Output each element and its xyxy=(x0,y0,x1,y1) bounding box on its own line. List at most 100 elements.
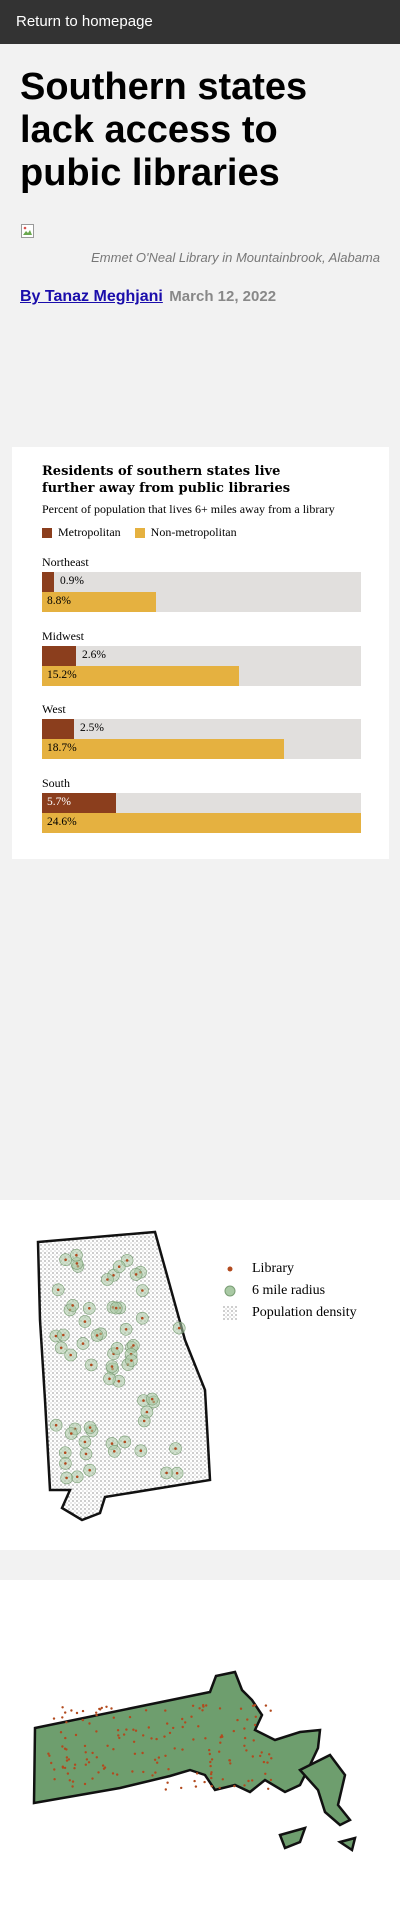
library-dot xyxy=(63,1451,67,1454)
legend-swatch-non-metropolitan xyxy=(134,527,145,538)
library-dot xyxy=(164,1788,167,1791)
library-dot xyxy=(210,1758,214,1761)
massachusetts-outline xyxy=(32,1670,322,1805)
library-dot xyxy=(172,1726,175,1730)
map-legend-radius-label: 6 mile radius xyxy=(252,1283,326,1298)
library-dot xyxy=(192,1738,195,1741)
library-dot xyxy=(95,1711,98,1714)
library-dot xyxy=(194,1785,198,1788)
bar-value-label: 2.5% xyxy=(80,722,104,734)
library-dot xyxy=(151,1774,154,1777)
bar-group-midwest: Midwest 2.6% 15.2% xyxy=(42,629,361,686)
library-dot xyxy=(245,1749,248,1752)
library-dot xyxy=(83,1782,87,1786)
return-home-link[interactable]: Return to homepage xyxy=(16,13,153,30)
library-dot xyxy=(254,1715,257,1718)
bar-non-metropolitan xyxy=(42,813,361,833)
library-dot xyxy=(202,1704,205,1707)
library-dot xyxy=(142,1419,146,1423)
library-dot xyxy=(260,1751,263,1754)
library-dot xyxy=(122,1733,126,1736)
library-dot xyxy=(130,1359,133,1362)
library-dot xyxy=(113,1450,116,1453)
library-dot xyxy=(106,1278,109,1281)
library-dot xyxy=(87,1761,91,1764)
map-legend-library-label: Library xyxy=(252,1261,294,1276)
library-dot xyxy=(175,1471,179,1475)
library-dot xyxy=(208,1748,211,1752)
library-dot xyxy=(75,1475,79,1479)
library-dot xyxy=(65,1759,69,1762)
library-dot xyxy=(71,1780,75,1783)
library-dot xyxy=(142,1770,145,1774)
library-dot xyxy=(68,1779,72,1782)
library-dot xyxy=(118,1736,121,1740)
library-dot xyxy=(108,1377,111,1381)
bar-track: 2.6% xyxy=(42,646,361,666)
broken-image-icon xyxy=(21,224,34,238)
library-distance-chart: Residents of southern states live furthe… xyxy=(12,447,389,859)
library-dot xyxy=(243,1736,247,1740)
library-dot xyxy=(209,1760,212,1764)
library-dot xyxy=(253,1723,257,1727)
library-dot xyxy=(157,1756,161,1759)
library-dot xyxy=(62,1333,65,1337)
library-dot xyxy=(110,1365,114,1368)
bar-track: 15.2% xyxy=(42,666,361,686)
library-dot xyxy=(141,1751,144,1755)
library-dot xyxy=(81,1718,85,1722)
map-legend-radius: 6 mile radius xyxy=(220,1280,357,1302)
library-dot xyxy=(91,1751,94,1755)
library-dot xyxy=(167,1768,170,1771)
library-dot xyxy=(164,1709,167,1712)
library-dot xyxy=(123,1440,127,1444)
library-dot xyxy=(221,1778,224,1781)
library-dot xyxy=(75,1711,79,1715)
library-dot xyxy=(117,1734,120,1737)
bar-non-metropolitan xyxy=(42,739,284,759)
library-dot xyxy=(264,1772,267,1775)
library-dot xyxy=(181,1748,184,1751)
island-outline xyxy=(278,1826,307,1850)
library-dot xyxy=(236,1718,239,1722)
library-dot xyxy=(203,1780,206,1784)
density-texture-icon xyxy=(220,1306,240,1320)
bar-track: 8.8% xyxy=(42,592,361,612)
library-dot xyxy=(71,1304,74,1307)
library-dot xyxy=(210,1785,213,1788)
map-legend-library: Library xyxy=(220,1258,357,1280)
legend-item-non-metropolitan: Non-metropolitan xyxy=(134,525,237,540)
map-legend: Library 6 mile radius Population density xyxy=(220,1258,357,1324)
library-dot xyxy=(134,1273,138,1276)
bar-track: 2.5% xyxy=(42,719,361,739)
library-dot xyxy=(132,1728,135,1731)
library-dot xyxy=(117,1265,121,1268)
library-dot xyxy=(262,1760,266,1764)
bar-value-label: 5.7% xyxy=(47,796,71,808)
library-dot xyxy=(64,1258,67,1261)
photo-caption: Emmet O'Neal Library in Mountainbrook, A… xyxy=(91,250,380,265)
library-dot xyxy=(95,1713,98,1717)
author-link[interactable]: By Tanaz Meghjani xyxy=(20,288,163,305)
library-dot xyxy=(219,1741,222,1744)
library-dot xyxy=(71,1785,74,1788)
library-dot xyxy=(75,1262,79,1265)
bar-value-label: 2.6% xyxy=(82,649,106,661)
library-dot xyxy=(218,1707,222,1710)
cape-cod-outline xyxy=(297,1753,352,1827)
library-dot xyxy=(112,1716,116,1719)
library-dot xyxy=(105,1705,108,1708)
library-dot xyxy=(220,1734,223,1737)
bar-group-west: West 2.5% 18.7% xyxy=(42,702,361,759)
library-dot xyxy=(95,1756,99,1759)
library-dot xyxy=(201,1709,204,1712)
library-dot xyxy=(147,1726,150,1729)
library-dot xyxy=(84,1751,87,1754)
article-headline: Southern states lack access to pubic lib… xyxy=(20,66,308,194)
library-dot xyxy=(115,1347,119,1350)
library-dot xyxy=(90,1363,93,1367)
library-dot xyxy=(218,1786,221,1790)
library-dot xyxy=(150,1397,154,1401)
library-dot xyxy=(81,1709,85,1713)
library-dot xyxy=(74,1733,78,1737)
